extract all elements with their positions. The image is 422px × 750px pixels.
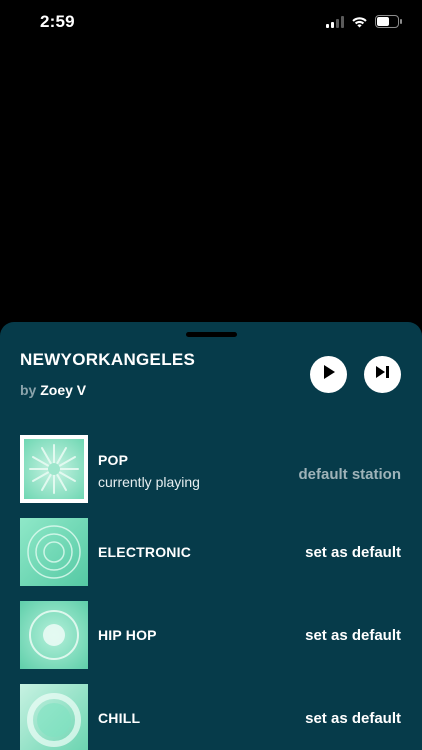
station-artwork-pop <box>20 435 88 503</box>
station-status: currently playing <box>98 474 200 490</box>
byline: by Zoey V <box>20 382 86 398</box>
status-bar: 2:59 <box>0 0 422 46</box>
status-icons <box>326 15 402 33</box>
play-button[interactable] <box>310 356 347 393</box>
cellular-signal-icon <box>326 15 344 33</box>
station-row-electronic[interactable]: ELECTRONIC set as default <box>0 518 422 601</box>
station-name: CHILL <box>98 710 141 726</box>
station-row-hip-hop[interactable]: HIP HOP set as default <box>0 601 422 684</box>
station-list: POP currently playing default station EL… <box>0 435 422 750</box>
set-as-default-button[interactable]: set as default <box>305 544 401 561</box>
wifi-icon <box>351 15 368 33</box>
by-label: by <box>20 382 37 398</box>
station-sheet: NEWYORKANGELES by Zoey V POP currently p… <box>0 322 422 750</box>
station-name: ELECTRONIC <box>98 544 191 560</box>
set-as-default-button[interactable]: set as default <box>305 627 401 644</box>
status-time: 2:59 <box>40 12 75 31</box>
author-name[interactable]: Zoey V <box>40 382 86 398</box>
skip-button[interactable] <box>364 356 401 393</box>
station-row-pop[interactable]: POP currently playing default station <box>0 435 422 518</box>
play-icon <box>322 364 336 385</box>
station-title: NEWYORKANGELES <box>20 350 196 369</box>
sheet-grabber[interactable] <box>186 332 237 337</box>
skip-forward-icon <box>375 365 390 384</box>
station-row-chill[interactable]: CHILL set as default <box>0 684 422 750</box>
station-name: HIP HOP <box>98 627 157 643</box>
station-artwork-hip-hop <box>20 601 88 669</box>
station-artwork-chill <box>20 684 88 750</box>
set-as-default-button[interactable]: set as default <box>305 710 401 727</box>
station-name: POP <box>98 452 129 468</box>
default-station-label: default station <box>298 466 401 483</box>
station-artwork-electronic <box>20 518 88 586</box>
battery-icon <box>375 15 402 33</box>
